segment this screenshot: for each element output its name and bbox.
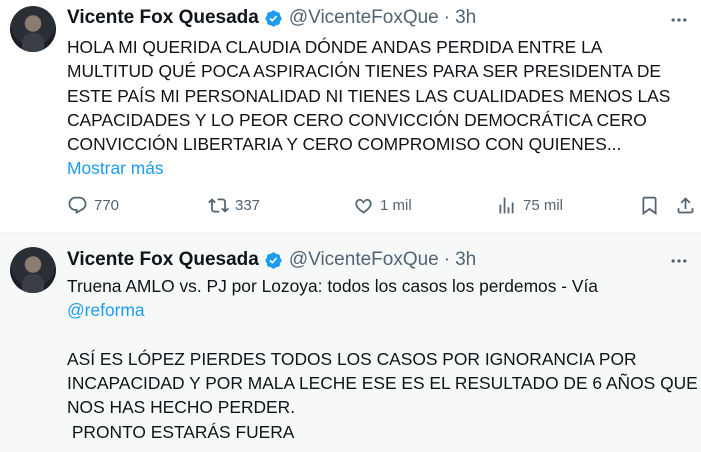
views-button[interactable]: 75 mil: [496, 195, 563, 216]
tweet-text: HOLA MI QUERIDA CLAUDIA DÓNDE ANDAS PERD…: [67, 35, 692, 181]
separator-dot: ·: [443, 7, 451, 28]
avatar[interactable]: [10, 6, 56, 52]
reply-button[interactable]: 770: [67, 195, 119, 216]
tweet[interactable]: Vicente Fox Quesada @VicenteFoxQue · 3h …: [0, 0, 701, 233]
views-count: 75 mil: [523, 197, 564, 214]
author-name[interactable]: Vicente Fox Quesada: [67, 7, 259, 29]
reply-icon: [68, 196, 87, 214]
views-icon: [499, 197, 514, 214]
author-handle[interactable]: @VicenteFoxQue: [289, 7, 439, 29]
avatar[interactable]: [10, 247, 56, 293]
author-name[interactable]: Vicente Fox Quesada: [67, 249, 259, 271]
like-count: 1 mil: [380, 197, 412, 214]
share-button[interactable]: [675, 195, 701, 216]
tweet-text-line: Truena AMLO vs. PJ por Lozoya: todos los…: [67, 276, 598, 296]
tweet-text-line: HOLA MI QUERIDA CLAUDIA DÓNDE ANDAS PERD…: [67, 37, 603, 57]
more-icon[interactable]: [667, 249, 691, 273]
verified-badge-icon: [265, 251, 282, 269]
paragraph-break: [67, 323, 692, 347]
tweet-actions: 770 337 1 mil 75 mil: [67, 193, 694, 219]
tweet[interactable]: Vicente Fox Quesada @VicenteFoxQue · 3h …: [0, 233, 701, 452]
tweet-text-line: PRONTO ESTARÁS FUERA: [67, 421, 295, 442]
author-handle[interactable]: @VicenteFoxQue: [289, 249, 439, 271]
timestamp[interactable]: 3h: [455, 7, 476, 29]
tweet-text-line: INCAPACIDAD Y POR MALA LECHE ESE ES EL R…: [67, 373, 698, 394]
tweet-text-line: CONVICCIÓN LIBERTARIA Y CERO COMPROMISO …: [67, 134, 622, 155]
retweet-button[interactable]: 337: [208, 195, 260, 216]
tweet-text-line: NOS HAS HECHO PERDER.: [67, 397, 296, 418]
separator-dot: ·: [443, 249, 451, 270]
bookmark-icon: [642, 196, 657, 216]
timestamp[interactable]: 3h: [455, 249, 476, 271]
like-icon: [355, 198, 372, 214]
tweet-text-line: ASÍ ES LÓPEZ PIERDES TODOS LOS CASOS POR…: [67, 348, 637, 369]
mention-link[interactable]: @reforma: [67, 298, 692, 322]
tweet-text-line: MULTITUD QUÉ POCA ASPIRACIÓN TIENES PARA…: [67, 61, 661, 82]
tweet-text: Truena AMLO vs. PJ por Lozoya: todos los…: [67, 274, 698, 444]
share-icon: [677, 197, 694, 214]
retweet-icon: [208, 198, 229, 213]
retweet-count: 337: [235, 197, 261, 214]
tweet-header: Vicente Fox Quesada @VicenteFoxQue · 3h: [67, 248, 476, 272]
reply-count: 770: [94, 197, 120, 214]
tweet-text-line: CAPACIDADES Y LO PEOR CERO CONVICCIÓN DE…: [67, 109, 647, 130]
like-button[interactable]: 1 mil: [353, 195, 412, 216]
show-more-link[interactable]: Mostrar más: [67, 156, 692, 180]
more-icon[interactable]: [667, 8, 691, 32]
bookmark-button[interactable]: [639, 195, 666, 216]
tweet-header: Vicente Fox Quesada @VicenteFoxQue · 3h: [67, 6, 476, 30]
tweet-text-line: ESTE PAÍS MI PERSONALIDAD NI TIENES LAS …: [67, 85, 671, 106]
verified-badge-icon: [265, 9, 282, 27]
